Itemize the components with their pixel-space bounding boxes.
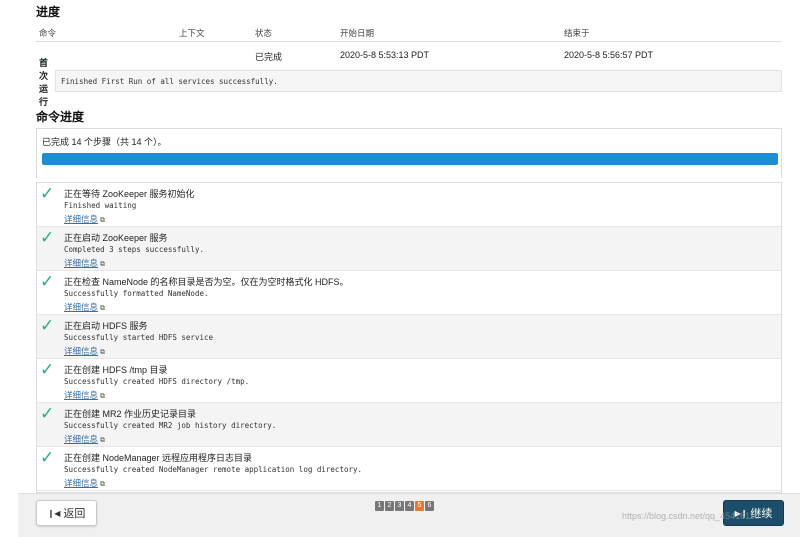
external-link-icon: ⧉	[100, 217, 106, 224]
step-title: 正在启动 HDFS 服务	[64, 321, 148, 331]
details-link[interactable]: 详细信息 ⧉	[64, 213, 105, 225]
list-item: ✓ 正在检查 NameNode 的名称目录是否为空。仅在为空时格式化 HDFS。…	[37, 271, 781, 315]
details-link-label[interactable]: 详细信息	[64, 478, 98, 488]
check-icon: ✓	[40, 316, 55, 335]
details-link-label[interactable]: 详细信息	[64, 390, 98, 400]
wizard-pager: 1 2 3 4 5 6	[375, 501, 434, 511]
steps-summary-text: 已完成 14 个步骤（共 14 个）。	[42, 137, 167, 147]
check-icon: ✓	[40, 272, 55, 291]
column-end-date: 结束于	[564, 28, 590, 38]
details-link[interactable]: 详细信息 ⧉	[64, 433, 105, 445]
check-icon: ✓	[40, 228, 55, 247]
page-6[interactable]: 6	[425, 501, 434, 511]
command-status: 已完成	[255, 52, 283, 62]
step-title: 正在等待 ZooKeeper 服务初始化	[64, 189, 195, 199]
step-message: Successfully created MR2 job history dir…	[64, 421, 277, 430]
external-link-icon: ⧉	[100, 393, 106, 400]
back-arrow-icon: ❙◀	[47, 508, 61, 518]
list-item: ✓ 正在创建 HDFS /tmp 目录 Successfully created…	[37, 359, 781, 403]
command-progress-heading: 命令进度	[36, 110, 85, 124]
command-end-date: 2020-5-8 5:56:57 PDT	[564, 50, 654, 60]
details-link[interactable]: 详细信息 ⧉	[64, 477, 105, 489]
page-3[interactable]: 3	[395, 501, 404, 511]
step-title: 正在启动 ZooKeeper 服务	[64, 233, 168, 243]
external-link-icon: ⧉	[100, 305, 106, 312]
details-link-label[interactable]: 详细信息	[64, 346, 98, 356]
step-message: Successfully started HDFS service	[64, 333, 214, 342]
progress-bar-fill	[42, 153, 778, 165]
command-table: 命令 上下文 状态 开始日期 结束于 ✓ 首次运行 已完成 2020-5-8 5:…	[36, 24, 781, 107]
details-link[interactable]: 详细信息 ⧉	[64, 301, 105, 313]
details-link-label[interactable]: 详细信息	[64, 302, 98, 312]
details-link-label[interactable]: 详细信息	[64, 258, 98, 268]
column-context: 上下文	[179, 28, 205, 38]
back-button-label[interactable]: 返回	[63, 505, 85, 521]
check-icon: ✓	[40, 448, 55, 467]
external-link-icon: ⧉	[100, 261, 106, 268]
back-button[interactable]: ❙◀ 返回	[36, 500, 97, 526]
progress-heading: 进度	[36, 5, 61, 19]
step-list[interactable]: ✓ 正在等待 ZooKeeper 服务初始化 Finished waiting …	[36, 182, 782, 493]
details-link[interactable]: 详细信息 ⧉	[64, 257, 105, 269]
step-message: Successfully formatted NameNode.	[64, 289, 209, 298]
column-status: 状态	[255, 28, 273, 38]
list-item: ✓ 正在创建 MR2 作业历史记录目录 Successfully created…	[37, 403, 781, 447]
steps-summary-panel: 已完成 14 个步骤（共 14 个）。	[36, 128, 782, 178]
check-icon: ✓	[40, 184, 55, 203]
page-2[interactable]: 2	[385, 501, 394, 511]
list-item: ✓ 正在启动 HDFS 服务 Successfully started HDFS…	[37, 315, 781, 359]
progress-bar	[42, 153, 778, 165]
external-link-icon: ⧉	[100, 349, 106, 356]
step-message: Completed 3 steps successfully.	[64, 245, 204, 254]
command-row[interactable]: ✓ 首次运行 已完成 2020-5-8 5:53:13 PDT 2020-5-8 …	[36, 42, 781, 107]
step-title: 正在创建 HDFS /tmp 目录	[64, 365, 168, 375]
command-name[interactable]: 首次运行	[39, 56, 48, 108]
run-result-message: Finished First Run of all services succe…	[55, 70, 782, 92]
external-link-icon: ⧉	[100, 437, 106, 444]
list-item: ✓ 正在启动 ZooKeeper 服务 Completed 3 steps su…	[37, 227, 781, 271]
step-title: 正在检查 NameNode 的名称目录是否为空。仅在为空时格式化 HDFS。	[64, 277, 349, 287]
column-command: 命令	[39, 28, 57, 38]
page-1[interactable]: 1	[375, 501, 384, 511]
details-link-label[interactable]: 详细信息	[64, 434, 98, 444]
step-message: Successfully created HDFS directory /tmp…	[64, 377, 250, 386]
external-link-icon: ⧉	[100, 481, 106, 488]
check-icon: ✓	[40, 360, 55, 379]
step-message: Successfully created NodeManager remote …	[64, 465, 363, 474]
step-title: 正在创建 MR2 作业历史记录目录	[64, 409, 197, 419]
page-4[interactable]: 4	[405, 501, 414, 511]
command-start-date: 2020-5-8 5:53:13 PDT	[340, 50, 430, 60]
details-link-label[interactable]: 详细信息	[64, 214, 98, 224]
details-link[interactable]: 详细信息 ⧉	[64, 345, 105, 357]
details-link[interactable]: 详细信息 ⧉	[64, 389, 105, 401]
page-5[interactable]: 5	[415, 501, 424, 511]
step-message: Finished waiting	[64, 201, 137, 210]
check-icon: ✓	[40, 404, 55, 423]
column-start-date: 开始日期	[340, 28, 375, 38]
command-table-header: 命令 上下文 状态 开始日期 结束于	[36, 24, 781, 42]
list-item: ✓ 正在创建 NodeManager 远程应用程序日志目录 Successful…	[37, 447, 781, 491]
list-item: ✓ 正在等待 ZooKeeper 服务初始化 Finished waiting …	[37, 183, 781, 227]
step-title: 正在创建 NodeManager 远程应用程序日志目录	[64, 453, 253, 463]
watermark: https://blog.csdn.net/qq_45416110	[622, 511, 760, 521]
